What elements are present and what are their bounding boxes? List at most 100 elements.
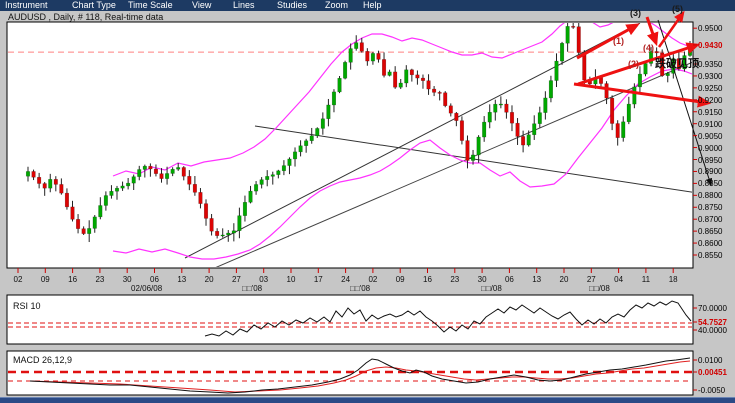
candle-body (337, 77, 342, 93)
candle-body (187, 176, 192, 185)
candle-body (48, 179, 53, 189)
candle-body (76, 219, 81, 229)
candle-body (220, 234, 225, 237)
candle-body (420, 77, 426, 81)
candle-body (137, 169, 142, 177)
x-day-label: 23 (95, 275, 105, 284)
price-axis-label: 0.8750 (698, 203, 723, 213)
candle-body (315, 128, 320, 137)
price-axis-label: 0.8650 (698, 227, 723, 237)
candle-body (92, 216, 97, 229)
candle-body (526, 134, 531, 146)
candle-body (509, 112, 515, 124)
wave-label-2: (2) (628, 59, 639, 69)
candle-body (621, 121, 626, 138)
candle-body (548, 80, 553, 99)
candle-body (398, 82, 403, 88)
candle-body (270, 174, 275, 177)
price-axis-label: 0.9350 (698, 60, 723, 69)
candle-body (131, 176, 136, 184)
wave-label-4: (4) (643, 43, 654, 53)
candle-body (532, 123, 537, 136)
candle-body (98, 205, 103, 218)
price-axis-label: 0.9100 (698, 119, 723, 129)
x-day-label: 24 (341, 275, 351, 284)
candle-body (426, 80, 431, 90)
x-day-label: 27 (586, 275, 596, 284)
candle-body (604, 83, 609, 99)
candle-body (370, 53, 375, 62)
candle-body (42, 183, 47, 189)
rsi-study-label: RSI 10 (13, 301, 41, 311)
chart-canvas[interactable] (0, 0, 735, 403)
x-day-label: 16 (68, 275, 78, 284)
x-day-label: 11 (641, 275, 651, 284)
price-axis-label: 0.9050 (698, 131, 723, 141)
candle-body (176, 167, 181, 170)
candle-body (25, 171, 31, 177)
candle-body (148, 165, 153, 170)
x-day-label: 17 (313, 275, 323, 284)
candle-body (498, 103, 503, 106)
candle-body (37, 176, 42, 184)
candle-body (304, 140, 309, 146)
rsi-panel[interactable] (6, 294, 694, 345)
candle-body (576, 26, 581, 53)
candle-body (170, 168, 175, 174)
macd-study-label: MACD 26,12,9 (13, 355, 73, 365)
candle-body (448, 105, 453, 114)
candle-body (226, 232, 231, 236)
candle-body (643, 63, 648, 75)
candle-body (343, 62, 348, 79)
price-axis-label: 0.8700 (698, 215, 723, 225)
candle-body (348, 48, 353, 63)
x-day-label: 10 (286, 275, 296, 284)
x-day-label: 02 (368, 275, 378, 284)
rsi-axis-label: 70.0000 (698, 304, 727, 313)
candle-body (248, 190, 253, 203)
wave-label-1: (1) (613, 36, 624, 46)
candle-body (610, 97, 615, 124)
candle-body (70, 206, 75, 220)
candle-body (615, 123, 620, 138)
candle-body (626, 103, 631, 123)
candle-body (637, 73, 642, 88)
x-month-label: □□/08 (481, 284, 502, 293)
candle-body (565, 26, 570, 44)
charting-app-window: Instrument Chart Type Time Scale View Lines S… (0, 0, 735, 403)
candle-body (404, 69, 409, 84)
candle-body (81, 228, 86, 234)
candle-body (470, 154, 476, 161)
candle-body (331, 91, 337, 106)
candle-body (259, 179, 264, 185)
x-day-label: 13 (177, 275, 187, 284)
candle-body (320, 118, 325, 129)
candle-body (432, 88, 437, 93)
x-day-label: 04 (614, 275, 624, 284)
rsi-axis-label: 40.0000 (698, 326, 727, 335)
x-day-label: 16 (423, 275, 432, 284)
candle-body (476, 136, 481, 156)
candle-body (120, 185, 125, 189)
wave-label-3: (3) (630, 8, 641, 18)
chinese-annotation: 跌破见顶 (655, 58, 699, 70)
price-axis-label: 0.8800 (698, 191, 723, 201)
price-axis-label: 0.8600 (698, 239, 723, 249)
x-day-label: 09 (40, 275, 50, 284)
candle-body (487, 111, 492, 123)
candle-body (359, 42, 364, 52)
price-axis-label: 0.8900 (698, 167, 723, 177)
x-day-label: 30 (477, 275, 487, 284)
candle-body (443, 92, 448, 107)
candle-body (393, 71, 398, 88)
candle-body (209, 218, 214, 232)
x-day-label: 20 (559, 275, 569, 284)
candle-body (409, 69, 414, 76)
candle-body (482, 121, 487, 138)
macd-current-value: 0.00451 (698, 368, 727, 377)
x-day-label: 06 (150, 275, 159, 284)
candle-body (109, 190, 114, 196)
x-day-label: 18 (668, 275, 678, 284)
candle-body (387, 71, 392, 76)
macd-axis-label: -0.0050 (698, 386, 726, 395)
